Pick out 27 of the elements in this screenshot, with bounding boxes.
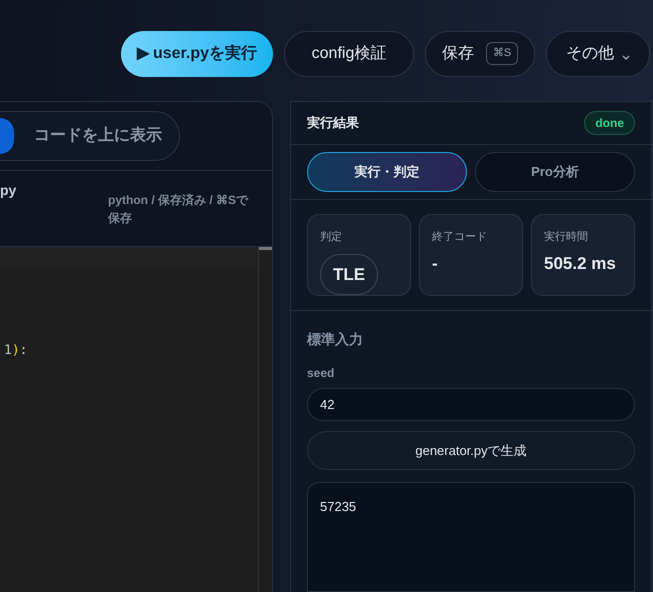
- seed-label: seed: [307, 365, 336, 382]
- section-heading: 標準入力: [307, 330, 364, 349]
- config-validate-button[interactable]: config検証: [284, 30, 414, 76]
- toggle-knob: [0, 118, 14, 154]
- generate-button[interactable]: generator.pyで生成: [307, 431, 635, 470]
- code-line: 1):: [4, 342, 28, 360]
- stdin-textarea[interactable]: 57235: [307, 482, 635, 592]
- save-button[interactable]: 保存 ⌘S: [425, 30, 535, 76]
- tab[interactable]: 実行・判定: [307, 152, 467, 192]
- verdict-badge: TLE: [320, 254, 378, 295]
- status-badge: done: [584, 111, 635, 136]
- toggle-label: コードを上に表示: [34, 126, 162, 146]
- more-menu-button[interactable]: その他: [546, 30, 650, 76]
- shortcut-key: ⌘S: [486, 42, 518, 65]
- tab[interactable]: Pro分析: [475, 152, 635, 192]
- stat-label: 判定: [320, 230, 343, 245]
- seed-input[interactable]: 42: [307, 388, 635, 421]
- stat-label: 実行時間: [544, 230, 589, 245]
- file-meta: python / 保存済み / ⌘Sで保存: [108, 192, 250, 227]
- run-button[interactable]: ▶ user.pyを実行: [120, 30, 273, 76]
- layout-toggle[interactable]: コードを上に表示: [0, 111, 180, 161]
- stat-value: -: [432, 252, 439, 274]
- chevron-down-icon: [622, 54, 630, 60]
- stat-value: 505.2 ms: [544, 252, 616, 274]
- file-name: py: [0, 181, 16, 200]
- panel-title: 実行結果: [307, 114, 359, 132]
- stat-label: 終了コード: [432, 230, 488, 245]
